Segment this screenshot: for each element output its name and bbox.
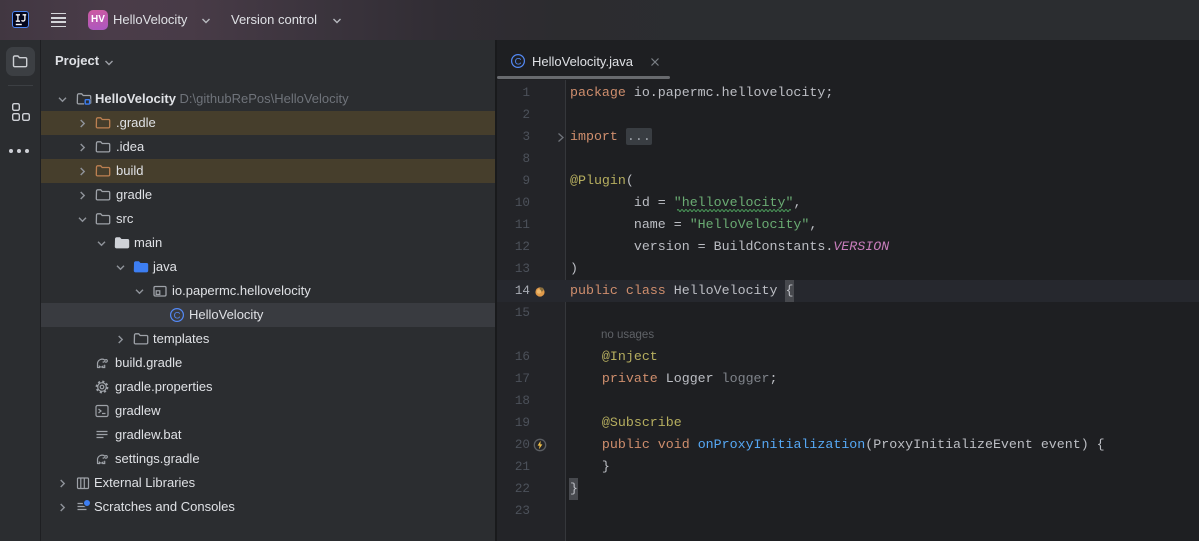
svg-text:C: C [174, 311, 181, 322]
svg-text:C: C [515, 57, 522, 68]
